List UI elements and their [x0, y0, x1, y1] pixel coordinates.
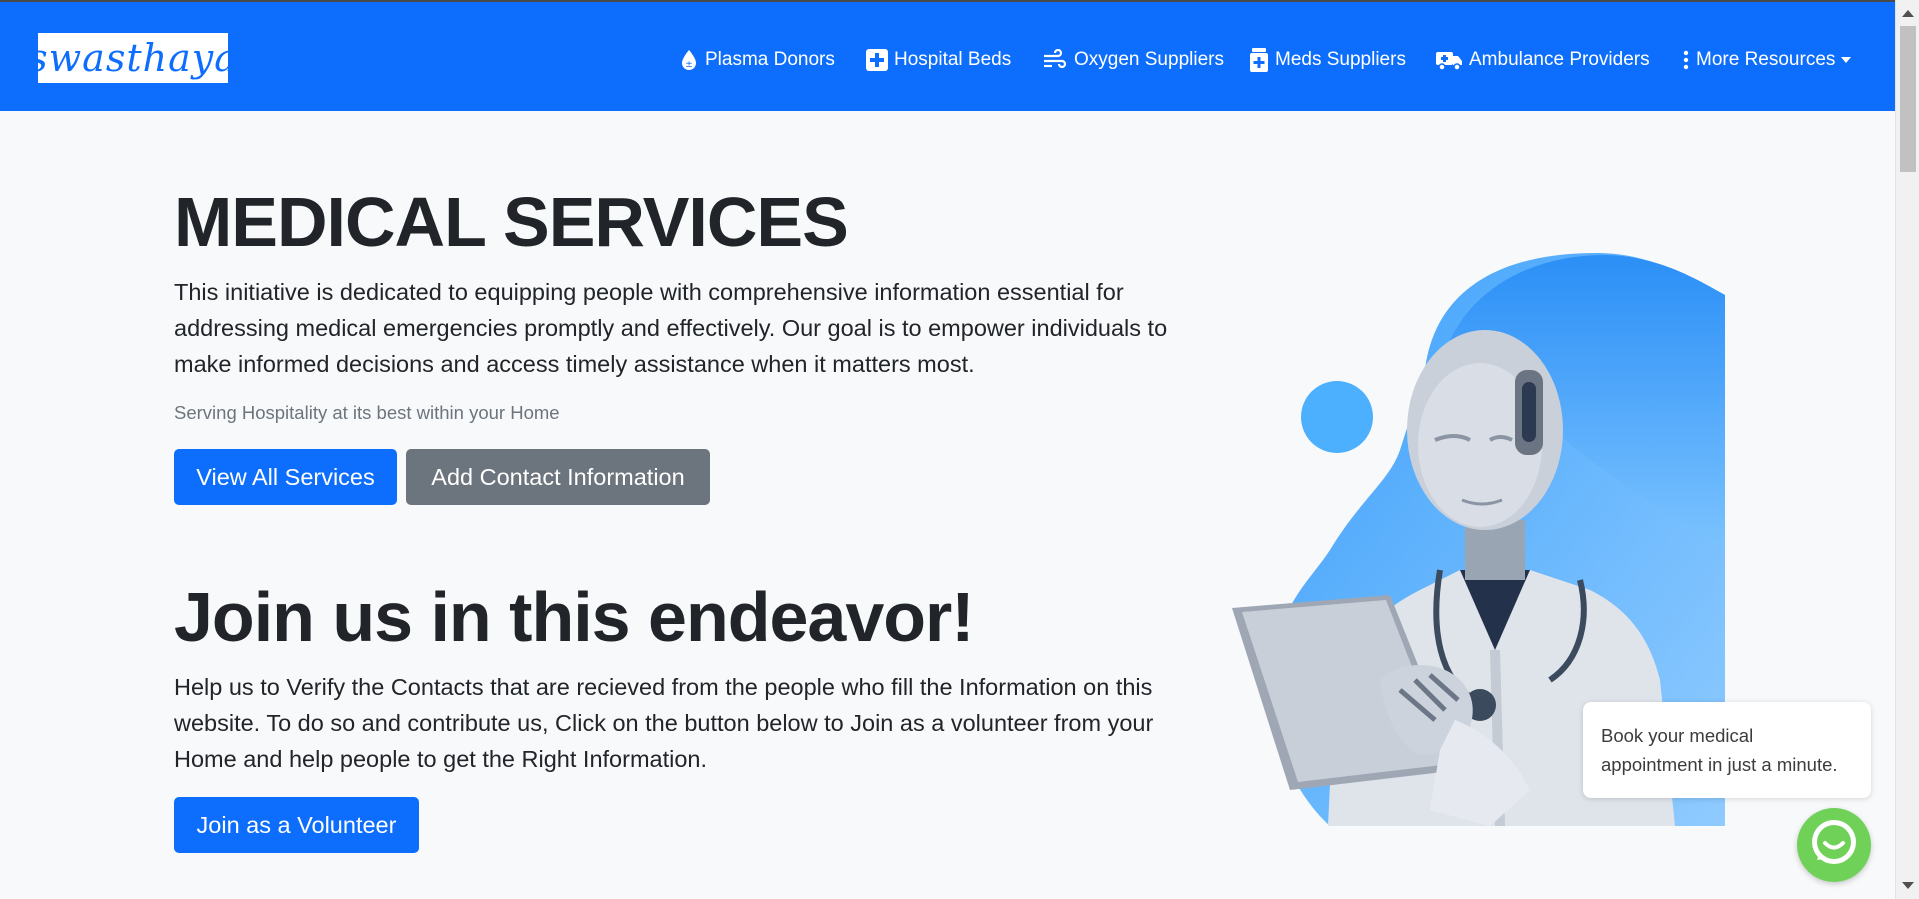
scroll-down-arrow-icon[interactable]	[1902, 882, 1914, 889]
nav-more-label: More Resources	[1696, 49, 1836, 70]
nav-plasma-donors[interactable]: ± Plasma Donors	[679, 46, 835, 74]
kebab-menu-icon	[1682, 49, 1690, 71]
chat-launcher-button[interactable]	[1797, 808, 1871, 882]
nav-ambulance-providers[interactable]: Ambulance Providers	[1435, 46, 1650, 74]
nav-more-resources-dropdown[interactable]: More Resources	[1682, 46, 1852, 74]
join-paragraph: Help us to Verify the Contacts that are …	[174, 674, 1154, 772]
chat-prompt-text: Book your medical appointment in just a …	[1601, 725, 1838, 775]
chat-prompt-bubble[interactable]: Book your medical appointment in just a …	[1583, 702, 1871, 798]
page-title: MEDICAL SERVICES	[174, 183, 849, 261]
chat-icon	[1807, 816, 1861, 875]
blood-drop-icon: ±	[679, 49, 699, 71]
nav-meds-label: Meds Suppliers	[1275, 49, 1406, 70]
intro-paragraph: This initiative is dedicated to equippin…	[174, 279, 1168, 377]
nav-oxygen-suppliers[interactable]: Oxygen Suppliers	[1042, 46, 1224, 74]
caret-down-icon	[1841, 56, 1852, 64]
hospital-plus-icon	[866, 49, 888, 71]
svg-text:±: ±	[685, 60, 693, 70]
nav-ambulance-label: Ambulance Providers	[1469, 49, 1650, 70]
top-navbar: swasthaya ± Plasma Donors Hospital Beds …	[0, 0, 1895, 111]
ambulance-icon	[1435, 49, 1463, 71]
join-heading: Join us in this endeavor!	[174, 578, 975, 656]
nav-meds-suppliers[interactable]: Meds Suppliers	[1249, 46, 1406, 74]
medicine-bottle-icon	[1249, 48, 1269, 72]
nav-plasma-label: Plasma Donors	[705, 49, 835, 70]
brand-logo[interactable]: swasthaya	[28, 33, 237, 83]
page-scrollbar[interactable]	[1895, 0, 1919, 899]
scrollbar-thumb[interactable]	[1900, 26, 1916, 172]
wind-icon	[1042, 49, 1068, 71]
nav-beds-label: Hospital Beds	[894, 49, 1012, 70]
view-all-services-button[interactable]: View All Services	[174, 449, 397, 505]
join-volunteer-button[interactable]: Join as a Volunteer	[174, 797, 419, 853]
tagline: Serving Hospitality at its best within y…	[174, 402, 560, 423]
add-contact-information-button[interactable]: Add Contact Information	[406, 449, 710, 505]
nav-hospital-beds[interactable]: Hospital Beds	[866, 46, 1011, 74]
scroll-up-arrow-icon[interactable]	[1902, 10, 1914, 17]
nav-oxygen-label: Oxygen Suppliers	[1074, 49, 1224, 70]
brand-logo-text: swasthaya	[28, 36, 238, 80]
